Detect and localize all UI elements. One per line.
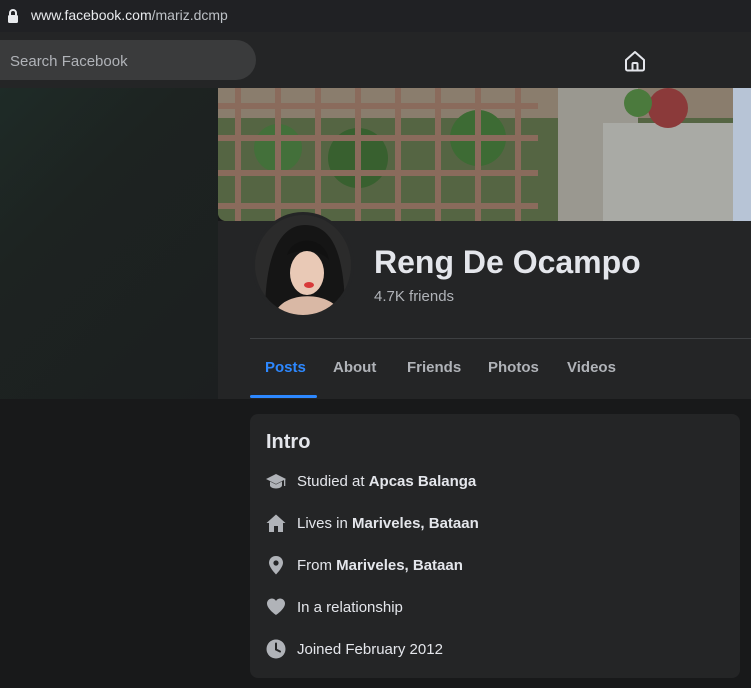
home-icon: [266, 514, 286, 532]
profile-avatar[interactable]: [252, 212, 354, 318]
intro-item-relationship: In a relationship: [266, 597, 726, 621]
intro-item-joined: Joined February 2012: [266, 639, 726, 663]
tab-about[interactable]: About: [333, 359, 376, 376]
cover-shadow-panel: [0, 88, 218, 399]
home-icon[interactable]: [623, 49, 647, 73]
tab-posts[interactable]: Posts: [265, 359, 306, 376]
search-input[interactable]: [8, 40, 232, 82]
tab-videos[interactable]: Videos: [567, 359, 616, 376]
hometown-link[interactable]: Mariveles, Bataan: [336, 557, 463, 574]
active-tab-indicator: [250, 395, 317, 398]
graduation-cap-icon: [266, 474, 286, 489]
intro-item-hometown: From Mariveles, Bataan: [266, 555, 726, 579]
lock-icon: [8, 9, 18, 23]
url-path: /mariz.dcmp: [151, 7, 228, 23]
url-text[interactable]: www.facebook.com/mariz.dcmp: [31, 7, 228, 23]
profile-name: Reng De Ocampo: [374, 244, 641, 280]
intro-item-education: Studied at Apcas Balanga: [266, 471, 726, 495]
intro-title: Intro: [266, 431, 311, 453]
joined-date: Joined February 2012: [297, 641, 443, 658]
heart-icon: [267, 598, 285, 615]
relationship-status: In a relationship: [297, 599, 403, 616]
intro-item-current-city: Lives in Mariveles, Bataan: [266, 513, 726, 537]
tab-photos[interactable]: Photos: [488, 359, 539, 376]
browser-address-bar[interactable]: www.facebook.com/mariz.dcmp: [0, 0, 751, 32]
clock-icon: [266, 639, 286, 659]
friend-count[interactable]: 4.7K friends: [374, 288, 454, 305]
cover-photo[interactable]: [218, 88, 751, 221]
location-pin-icon: [269, 556, 283, 575]
tab-friends[interactable]: Friends: [407, 359, 461, 376]
top-navigation: [0, 32, 751, 88]
header-divider: [250, 338, 751, 339]
intro-card: Intro Studied at Apcas Balanga Lives in …: [250, 414, 740, 678]
intro-item-prefix: Studied at: [297, 473, 369, 490]
school-link[interactable]: Apcas Balanga: [369, 473, 477, 490]
intro-item-prefix: From: [297, 557, 337, 574]
current-city-link[interactable]: Mariveles, Bataan: [352, 515, 479, 532]
search-box[interactable]: [0, 40, 256, 82]
url-host: www.facebook.com: [31, 7, 152, 23]
intro-item-prefix: Lives in: [297, 515, 353, 532]
